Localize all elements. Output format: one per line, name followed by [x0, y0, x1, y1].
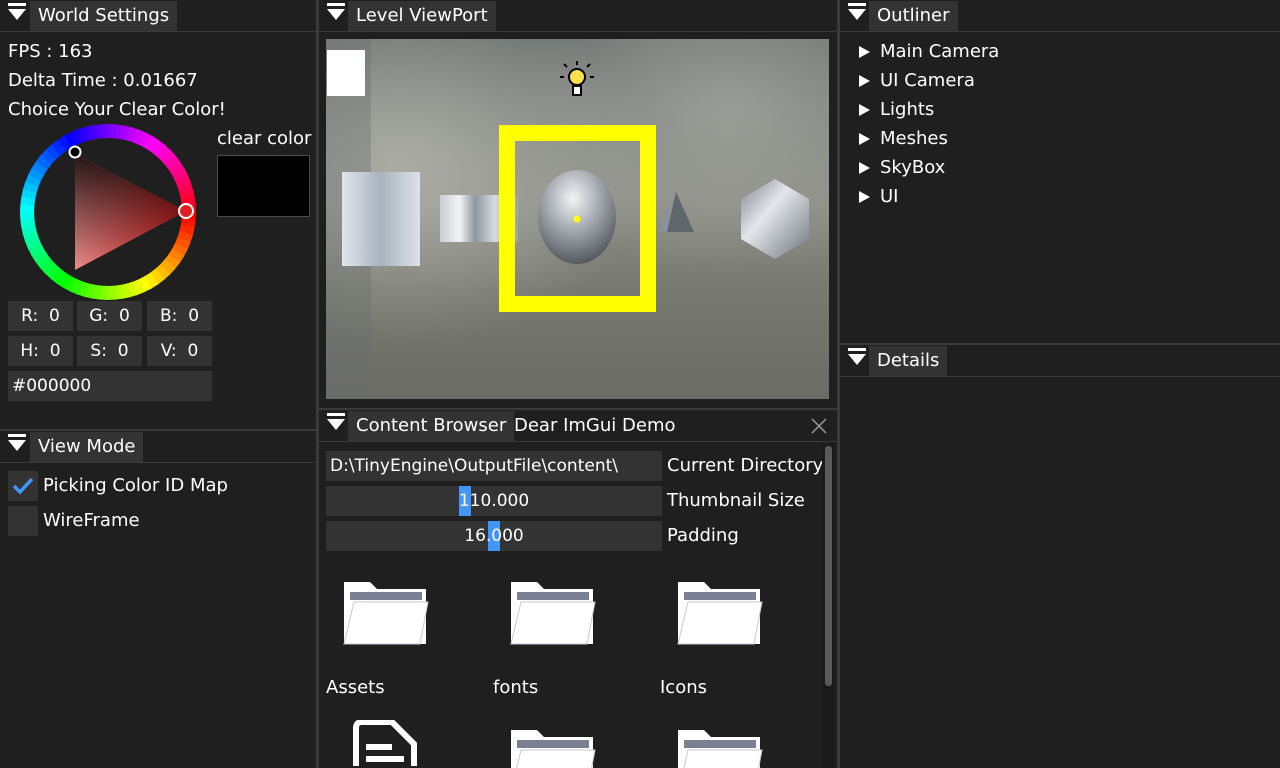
expand-arrow-icon[interactable] — [859, 133, 870, 145]
hue-handle[interactable] — [178, 203, 194, 219]
collapse-arrow-icon[interactable] — [327, 3, 345, 20]
close-icon[interactable] — [811, 418, 827, 434]
ui-square-widget[interactable] — [327, 50, 365, 96]
details-titlebar[interactable]: Details — [840, 345, 1280, 377]
expand-arrow-icon[interactable] — [859, 162, 870, 174]
padding-value: 16.000 — [464, 526, 524, 546]
fps-readout: FPS : 163 — [8, 41, 93, 62]
wireframe-checkbox[interactable] — [8, 506, 38, 536]
expand-arrow-icon[interactable] — [859, 46, 870, 58]
item-label-assets[interactable]: Assets — [326, 676, 385, 700]
outliner-tab[interactable]: Outliner — [869, 1, 958, 31]
delta-time-readout: Delta Time : 0.01667 — [8, 70, 198, 91]
blue-field[interactable]: B: 0 — [147, 301, 212, 331]
collapse-arrow-icon[interactable] — [327, 413, 345, 430]
green-field[interactable]: G: 0 — [77, 301, 142, 331]
item-label-icons[interactable]: Icons — [660, 676, 707, 700]
file-icon[interactable] — [350, 720, 420, 768]
view-mode-titlebar[interactable]: View Mode — [0, 431, 316, 463]
outliner-panel: Outliner Main Camera UI Camera Lights Me… — [840, 0, 1280, 343]
folder-icon[interactable] — [340, 578, 430, 648]
scene-render-view[interactable] — [326, 39, 829, 399]
thumbnail-size-label: Thumbnail Size — [667, 490, 805, 511]
thumbnail-size-value: 110.000 — [458, 491, 530, 511]
outliner-label: UI Camera — [880, 70, 975, 91]
viewport-titlebar[interactable]: Level ViewPort — [319, 0, 837, 32]
viewport-panel: Level ViewPort — [319, 0, 837, 407]
view-mode-panel: View Mode Picking Color ID Map WireFrame — [0, 429, 316, 768]
directory-input[interactable]: D:\TinyEngine\OutputFile\content\ — [326, 451, 662, 481]
content-browser-panel: Content Browser Dear ImGui Demo D:\TinyE… — [319, 408, 837, 768]
world-settings-tab[interactable]: World Settings — [30, 1, 178, 31]
saturation-field[interactable]: S: 0 — [77, 336, 142, 366]
value-field[interactable]: V: 0 — [147, 336, 212, 366]
expand-arrow-icon[interactable] — [859, 75, 870, 87]
world-settings-panel: World Settings FPS : 163 Delta Time : 0.… — [0, 0, 316, 428]
picking-color-checkbox[interactable] — [8, 471, 38, 501]
collapse-arrow-icon[interactable] — [848, 3, 866, 20]
clear-color-label: clear color — [217, 128, 312, 149]
padding-label: Padding — [667, 525, 739, 546]
details-panel: Details — [840, 343, 1280, 768]
expand-arrow-icon[interactable] — [859, 104, 870, 116]
outliner-label: SkyBox — [880, 157, 946, 178]
directory-label: Current Directory — [667, 455, 824, 476]
folder-icon[interactable] — [507, 578, 597, 648]
clear-color-prompt: Choice Your Clear Color! — [8, 99, 226, 120]
collapse-arrow-icon[interactable] — [848, 348, 866, 365]
outliner-label: Main Camera — [880, 41, 1000, 62]
outliner-label: Meshes — [880, 128, 948, 149]
cube-mesh[interactable] — [342, 172, 420, 266]
details-tab[interactable]: Details — [869, 346, 948, 376]
folder-icon[interactable] — [674, 726, 764, 768]
collapse-arrow-icon[interactable] — [8, 3, 26, 20]
wireframe-label: WireFrame — [43, 510, 140, 531]
outliner-label: UI — [880, 186, 899, 207]
content-scrollbar[interactable] — [822, 444, 834, 768]
sv-handle[interactable] — [68, 145, 82, 159]
outliner-titlebar[interactable]: Outliner — [840, 0, 1280, 32]
hue-field[interactable]: H: 0 — [8, 336, 73, 366]
world-settings-titlebar[interactable]: World Settings — [0, 0, 316, 32]
viewport-tab[interactable]: Level ViewPort — [348, 1, 496, 31]
content-browser-titlebar[interactable]: Content Browser Dear ImGui Demo — [319, 410, 837, 442]
tab-dear-imgui-demo[interactable]: Dear ImGui Demo — [506, 411, 684, 441]
padding-slider[interactable]: 16.000 — [326, 521, 662, 551]
tab-content-browser[interactable]: Content Browser — [348, 411, 515, 441]
clear-color-swatch[interactable] — [217, 155, 310, 217]
expand-arrow-icon[interactable] — [859, 191, 870, 203]
thumbnail-size-slider[interactable]: 110.000 — [326, 486, 662, 516]
checkmark-icon — [12, 477, 34, 495]
hex-field[interactable]: #000000 — [8, 371, 212, 401]
outliner-label: Lights — [880, 99, 935, 120]
red-field[interactable]: R: 0 — [8, 301, 73, 331]
folder-icon[interactable] — [507, 726, 597, 768]
picking-color-label: Picking Color ID Map — [43, 475, 228, 496]
color-wheel-picker[interactable] — [20, 124, 200, 300]
item-label-fonts[interactable]: fonts — [493, 676, 538, 700]
view-mode-tab[interactable]: View Mode — [30, 432, 144, 462]
folder-icon[interactable] — [674, 578, 764, 648]
collapse-arrow-icon[interactable] — [8, 434, 26, 451]
content-scrollbar-thumb[interactable] — [825, 446, 832, 686]
